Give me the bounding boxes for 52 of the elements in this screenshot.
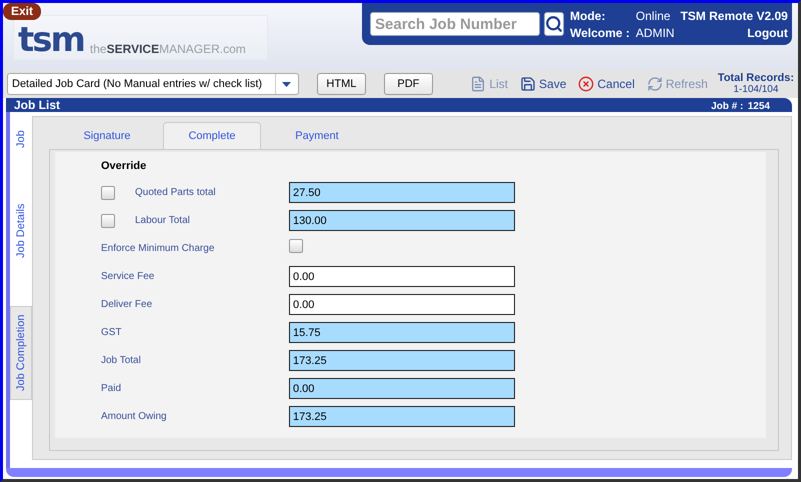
search-button[interactable] — [544, 12, 564, 36]
tab[interactable]: Payment — [269, 123, 365, 149]
export-button[interactable]: PDF — [384, 73, 433, 95]
job-number: 1254 — [748, 101, 770, 112]
amount-field[interactable]: 0.00 — [289, 294, 515, 315]
close-icon — [578, 76, 594, 92]
checkbox[interactable] — [101, 214, 115, 228]
amount-field[interactable]: 173.25 — [289, 406, 515, 427]
job-number-label: Job # : — [711, 101, 744, 112]
logo-tagline: theSERVICEMANAGER.com — [90, 43, 246, 55]
amount-field[interactable]: 27.50 — [289, 182, 515, 203]
welcome-label: Welcome : — [570, 26, 630, 40]
override-heading: Override — [101, 160, 148, 172]
field-label: Paid — [101, 383, 122, 394]
field-label: Enforce Minimum Charge — [101, 242, 216, 254]
field-label: GST — [101, 327, 123, 338]
field-label: Deliver Fee — [101, 299, 154, 310]
exit-button[interactable]: Exit — [3, 3, 42, 20]
tab[interactable]: Signature — [59, 123, 155, 149]
amount-field[interactable]: 130.00 — [289, 210, 515, 231]
refresh-icon — [646, 76, 663, 92]
user-name: ADMIN — [636, 26, 674, 40]
app-name: TSM Remote V2.09 — [680, 8, 788, 22]
field-label: Labour Total — [135, 215, 191, 226]
side-tab[interactable]: Job Completion — [10, 306, 32, 400]
checkbox[interactable] — [101, 186, 115, 200]
mode-value: Online — [636, 8, 672, 22]
total-records-label: Total Records: — [718, 72, 794, 84]
list-icon — [470, 76, 486, 92]
field-label: Amount Owing — [101, 411, 168, 422]
field-label: Quoted Parts total — [135, 187, 217, 198]
tab[interactable]: Complete — [163, 122, 261, 149]
amount-field[interactable]: 173.25 — [289, 350, 515, 371]
search-field[interactable]: Search Job Number — [370, 12, 540, 36]
logout-link[interactable]: Logout — [680, 26, 788, 40]
logo-mark: tsm — [18, 25, 84, 55]
field-label: Job Total — [101, 355, 142, 366]
amount-field[interactable]: 0.00 — [289, 266, 515, 287]
caret-icon — [282, 82, 292, 86]
mode-label: Mode: — [570, 8, 606, 22]
checkbox[interactable] — [289, 238, 303, 252]
save-icon — [520, 76, 536, 92]
save-button[interactable]: Save — [518, 76, 568, 92]
export-button[interactable]: HTML — [316, 73, 366, 95]
amount-field[interactable]: 15.75 — [289, 322, 515, 343]
search-icon — [545, 15, 563, 33]
amount-field[interactable]: 0.00 — [289, 378, 515, 399]
field-label: Service Fee — [101, 271, 156, 282]
report-select[interactable]: Detailed Job Card (No Manual entries w/ check list) — [7, 73, 299, 95]
section-title: Job List — [14, 98, 60, 112]
cancel-button[interactable]: Cancel — [576, 76, 637, 92]
total-records-value: 1-104/104 — [733, 84, 778, 96]
